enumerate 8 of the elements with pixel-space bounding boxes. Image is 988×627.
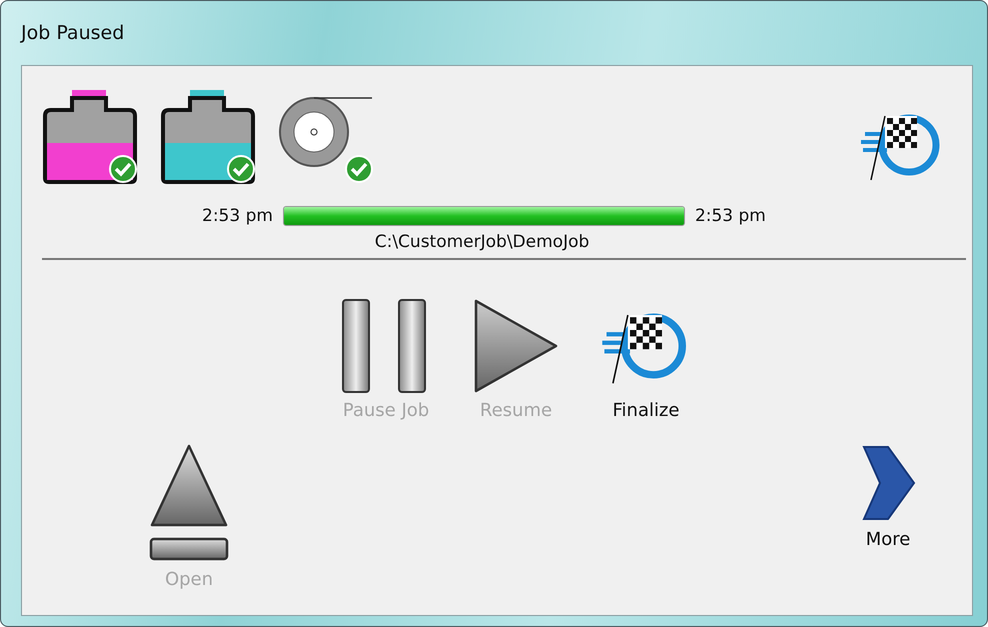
- window-title: Job Paused: [21, 22, 124, 44]
- eject-icon: [149, 443, 229, 563]
- play-icon: [473, 298, 559, 394]
- start-time: 2:53 pm: [202, 206, 273, 226]
- flag-button[interactable]: Finalize: [581, 298, 711, 421]
- end-time: 2:53 pm: [694, 206, 766, 226]
- job-path: C:\CustomerJob\DemoJob: [374, 232, 590, 252]
- more-button[interactable]: More: [823, 443, 953, 590]
